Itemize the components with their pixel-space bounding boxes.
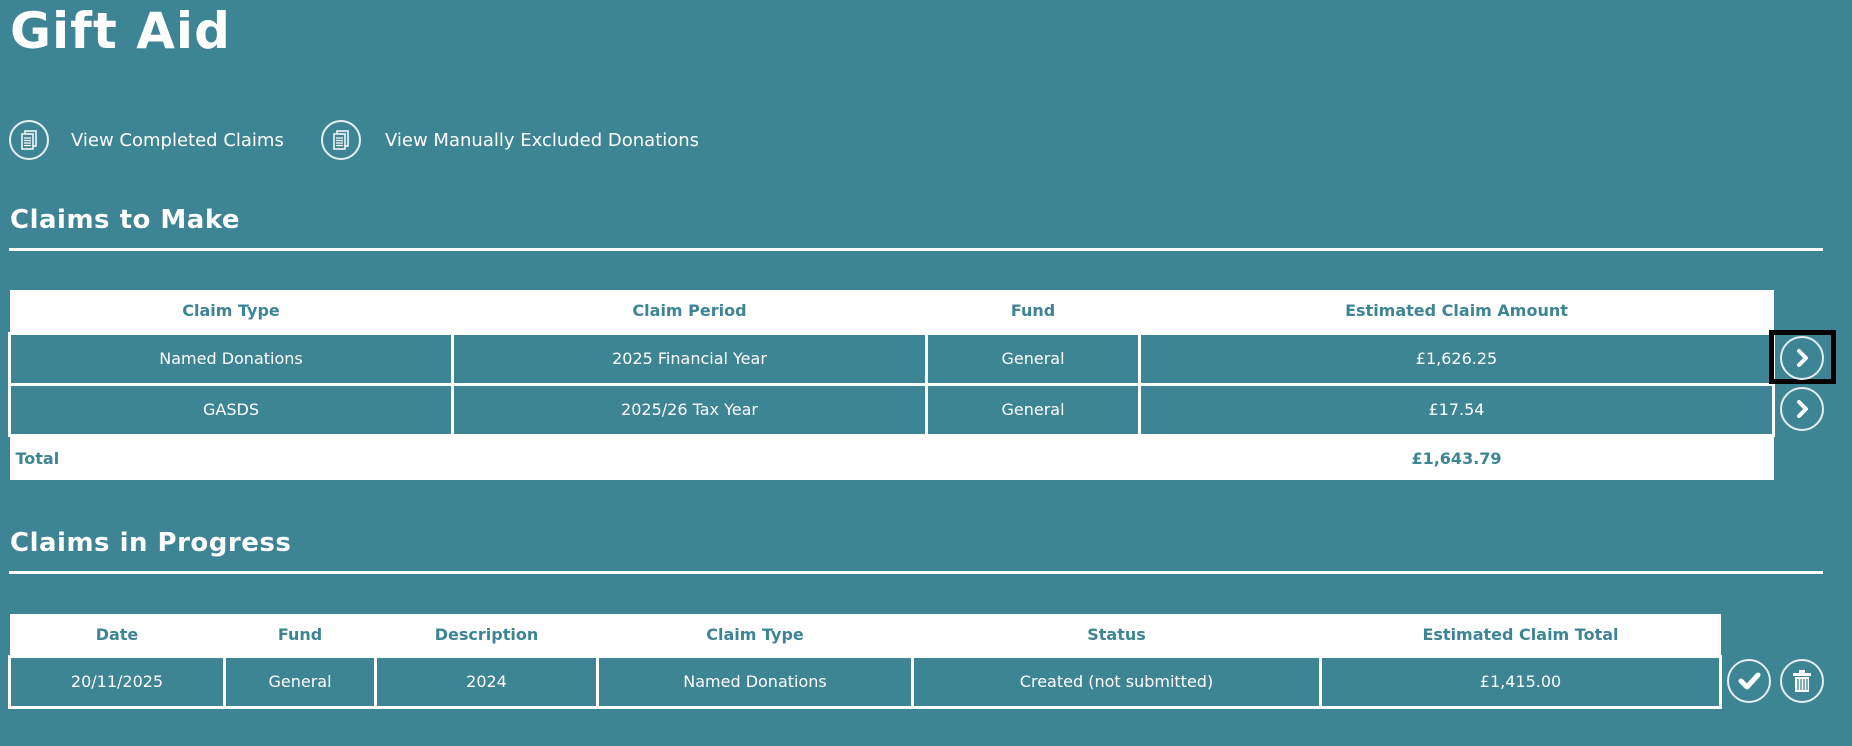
open-claim-button[interactable] xyxy=(1780,387,1824,431)
documents-icon xyxy=(321,120,361,160)
page-title: Gift Aid xyxy=(10,2,231,60)
view-excluded-donations-label: View Manually Excluded Donations xyxy=(385,129,700,151)
claim-period-cell: 2025 Financial Year xyxy=(451,331,928,386)
table-header: Claim Type Claim Period Fund Estimated C… xyxy=(9,290,1774,333)
divider xyxy=(9,571,1823,574)
column-header: Fund xyxy=(224,614,376,656)
column-header: Description xyxy=(375,614,598,656)
amount-cell: £1,626.25 xyxy=(1138,331,1775,386)
column-header: Claim Type xyxy=(597,614,913,656)
open-claim-button[interactable] xyxy=(1780,336,1824,380)
fund-cell: General xyxy=(925,382,1141,437)
chevron-right-icon xyxy=(1797,349,1808,367)
documents-icon xyxy=(9,120,49,160)
claim-period-cell: 2025/26 Tax Year xyxy=(451,382,928,437)
date-cell: 20/11/2025 xyxy=(8,654,226,709)
column-header: Estimated Claim Amount xyxy=(1139,290,1774,333)
table-row: 20/11/2025 General 2024 Named Donations … xyxy=(8,654,1722,709)
view-completed-claims-link[interactable]: View Completed Claims xyxy=(9,118,284,162)
checkmark-icon xyxy=(1738,672,1761,690)
empty-cell xyxy=(926,435,1140,480)
description-cell: 2024 xyxy=(374,654,599,709)
amount-cell: £17.54 xyxy=(1138,382,1775,437)
claim-type-cell: Named Donations xyxy=(596,654,914,709)
column-header: Date xyxy=(9,614,225,656)
claims-in-progress-heading: Claims in Progress xyxy=(10,528,292,558)
trash-icon xyxy=(1793,670,1811,692)
claims-in-progress-table: Date Fund Description Claim Type Status … xyxy=(8,614,1722,709)
claims-to-make-heading: Claims to Make xyxy=(10,205,241,235)
view-completed-claims-label: View Completed Claims xyxy=(71,129,284,151)
fund-cell: General xyxy=(925,331,1141,386)
table-row: Named Donations 2025 Financial Year Gene… xyxy=(8,331,1775,386)
column-header: Status xyxy=(912,614,1321,656)
total-cell: £1,415.00 xyxy=(1319,654,1722,709)
chevron-right-icon xyxy=(1797,400,1808,418)
fund-cell: General xyxy=(223,654,377,709)
total-amount: £1,643.79 xyxy=(1139,435,1774,480)
view-excluded-donations-link[interactable]: View Manually Excluded Donations xyxy=(321,118,699,162)
submit-claim-button[interactable] xyxy=(1727,659,1771,703)
column-header: Estimated Claim Total xyxy=(1320,614,1721,656)
total-label: Total xyxy=(9,435,453,480)
claim-type-cell: GASDS xyxy=(8,382,454,437)
divider xyxy=(9,248,1823,251)
empty-cell xyxy=(452,435,927,480)
column-header: Fund xyxy=(926,290,1140,333)
delete-claim-button[interactable] xyxy=(1780,659,1824,703)
table-row: GASDS 2025/26 Tax Year General £17.54 xyxy=(8,382,1775,437)
claims-to-make-table: Claim Type Claim Period Fund Estimated C… xyxy=(8,290,1775,480)
status-cell: Created (not submitted) xyxy=(911,654,1322,709)
column-header: Claim Type xyxy=(9,290,453,333)
column-header: Claim Period xyxy=(452,290,927,333)
total-row: Total £1,643.79 xyxy=(9,435,1774,480)
table-header: Date Fund Description Claim Type Status … xyxy=(9,614,1721,656)
claim-type-cell: Named Donations xyxy=(8,331,454,386)
